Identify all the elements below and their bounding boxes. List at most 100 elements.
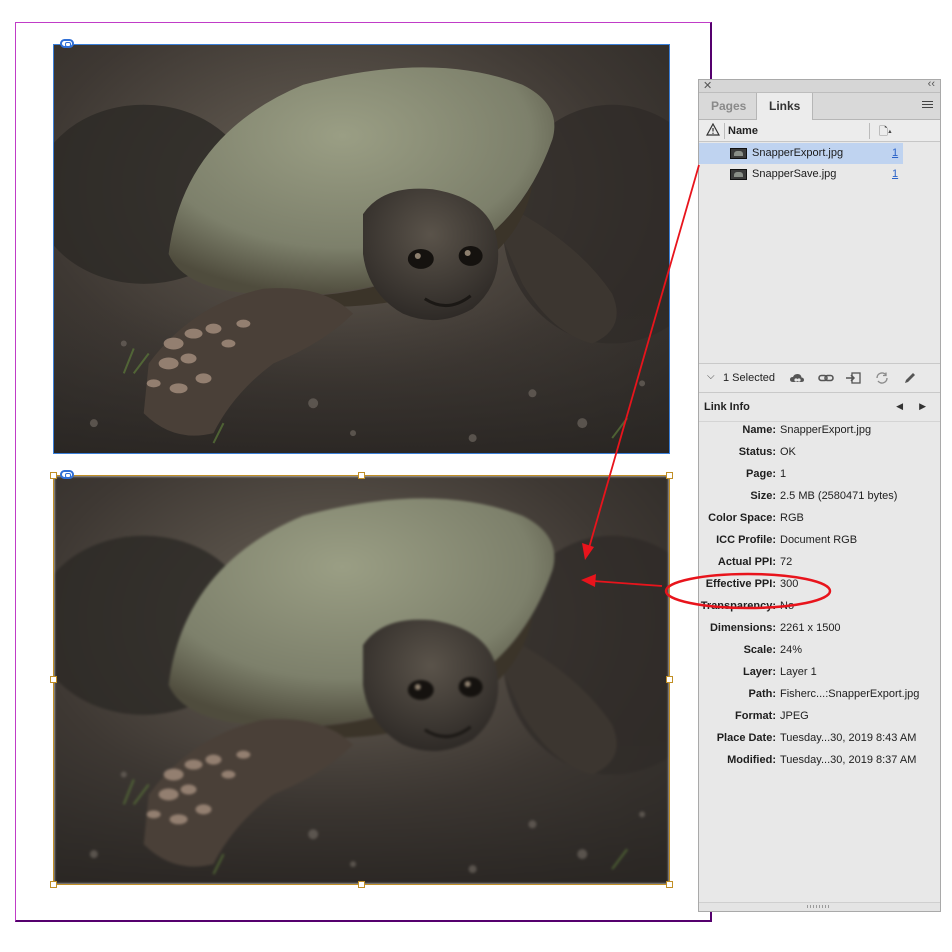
info-row-dimensions: Dimensions: 2261 x 1500: [699, 620, 940, 642]
link-page-number[interactable]: 1: [892, 168, 898, 180]
info-row-modified: Modified: Tuesday...30, 2019 8:37 AM: [699, 752, 940, 774]
info-value: Tuesday...30, 2019 8:37 AM: [780, 754, 917, 766]
info-value: 2261 x 1500: [780, 622, 841, 634]
info-label: Transparency:: [700, 600, 776, 612]
link-page-number[interactable]: 1: [892, 147, 898, 159]
relink-icon[interactable]: [818, 371, 834, 385]
collapse-panel-icon[interactable]: ‹‹: [928, 78, 935, 90]
name-column-header[interactable]: Name: [728, 125, 758, 137]
info-row-scale: Scale: 24%: [699, 642, 940, 664]
edit-original-icon[interactable]: [902, 371, 918, 385]
info-row-size: Size: 2.5 MB (2580471 bytes): [699, 488, 940, 510]
update-link-icon[interactable]: [874, 371, 890, 385]
info-row-icc-profile: ICC Profile: Document RGB: [699, 532, 940, 554]
info-label: Actual PPI:: [717, 556, 776, 568]
link-row-snapper-save[interactable]: SnapperSave.jpg 1: [699, 164, 940, 185]
column-divider: [724, 123, 725, 139]
info-row-effective-ppi: Effective PPI: 300: [699, 576, 940, 598]
close-icon[interactable]: ✕: [703, 79, 712, 92]
info-label: Page:: [746, 468, 776, 480]
previous-link-icon[interactable]: ◀: [896, 401, 903, 412]
info-row-actual-ppi: Actual PPI: 72: [699, 554, 940, 576]
warning-icon[interactable]: [706, 123, 720, 136]
link-icon: [60, 470, 74, 479]
info-value: Layer 1: [780, 666, 817, 678]
next-link-icon[interactable]: ▶: [919, 401, 926, 412]
info-label: Place Date:: [716, 732, 776, 744]
info-label: Layer:: [742, 666, 776, 678]
selection-toolbar: ⌵ 1 Selected: [699, 363, 940, 393]
info-label: Dimensions:: [709, 622, 776, 634]
tab-pages[interactable]: Pages: [699, 93, 758, 120]
info-label: Effective PPI:: [705, 578, 776, 590]
image-frame-snapper-export[interactable]: [53, 475, 670, 885]
info-row-layer: Layer: Layer 1: [699, 664, 940, 686]
info-label: Path:: [748, 688, 777, 700]
info-value: No: [780, 600, 795, 612]
info-value: RGB: [780, 512, 804, 524]
info-row-transparency: Transparency: No: [699, 598, 940, 620]
panel-tabs: Pages Links: [699, 93, 940, 121]
info-value: 24%: [780, 644, 803, 656]
panel-resize-bar[interactable]: [699, 902, 940, 911]
resize-grip-icon[interactable]: [807, 905, 829, 908]
image-thumbnail: [730, 148, 747, 159]
chevron-down-icon[interactable]: ⌵: [707, 371, 715, 382]
info-value: 72: [780, 556, 793, 568]
resize-handle-bottom[interactable]: [358, 881, 365, 888]
link-name: SnapperSave.jpg: [752, 168, 837, 180]
resize-handle-top[interactable]: [358, 472, 365, 479]
info-value: 1: [780, 468, 787, 480]
info-row-name: Name: SnapperExport.jpg: [699, 422, 940, 444]
info-label: Color Space:: [708, 512, 776, 524]
link-row-snapper-export[interactable]: SnapperExport.jpg 1: [699, 143, 903, 164]
info-label: Modified:: [727, 754, 776, 766]
info-row-format: Format: JPEG: [699, 708, 940, 730]
image-frame-snapper-save[interactable]: [53, 44, 670, 454]
info-value: Tuesday...30, 2019 8:43 AM: [780, 732, 917, 744]
info-value: Document RGB: [780, 534, 858, 546]
links-column-header: Name 🗋▴: [699, 120, 940, 142]
info-label: ICC Profile:: [716, 534, 776, 546]
column-divider: [869, 123, 870, 139]
link-info-list: Name: SnapperExport.jpg Status: OK Page: 1 …: [699, 422, 940, 774]
info-value: OK: [780, 446, 796, 458]
info-value: 2.5 MB (2580471 bytes): [780, 490, 898, 502]
image-thumbnail: [730, 169, 747, 180]
link-info-title: Link Info: [704, 401, 750, 413]
info-row-path: Path: Fisherc...:SnapperExport.jpg: [699, 686, 940, 708]
resize-handle-top-right[interactable]: [666, 472, 673, 479]
info-value: SnapperExport.jpg: [780, 424, 872, 436]
links-panel: ✕ ‹‹ Pages Links Name 🗋▴ SnapperExport.j…: [698, 78, 941, 912]
turtle-photo: [54, 476, 669, 884]
resize-handle-top-left[interactable]: [50, 472, 57, 479]
links-list: SnapperExport.jpg 1 SnapperSave.jpg 1: [699, 142, 940, 363]
resize-handle-right[interactable]: [666, 676, 673, 683]
selection-count: 1 Selected: [723, 372, 775, 384]
panel-title-bar: ✕ ‹‹: [699, 78, 940, 93]
info-label: Size:: [750, 490, 776, 502]
panel-menu-icon[interactable]: [922, 101, 933, 110]
info-value: Fisherc...:SnapperExport.jpg: [780, 688, 920, 700]
page-column-sort-icon[interactable]: 🗋▴: [879, 123, 892, 142]
resize-handle-left[interactable]: [50, 676, 57, 683]
resize-handle-bottom-right[interactable]: [666, 881, 673, 888]
link-name: SnapperExport.jpg: [752, 147, 844, 159]
info-row-page: Page: 1: [699, 466, 940, 488]
link-icon: [60, 39, 74, 48]
info-label: Format:: [735, 710, 776, 722]
link-info-header: Link Info ◀ ▶: [699, 393, 940, 422]
info-row-color-space: Color Space: RGB: [699, 510, 940, 532]
info-label: Name:: [742, 424, 776, 436]
info-row-status: Status: OK: [699, 444, 940, 466]
info-label: Status:: [738, 446, 776, 458]
goto-link-icon[interactable]: [845, 371, 861, 385]
resize-handle-bottom-left[interactable]: [50, 881, 57, 888]
info-value: 300: [780, 578, 799, 590]
turtle-photo: [54, 45, 669, 453]
info-row-place-date: Place Date: Tuesday...30, 2019 8:43 AM: [699, 730, 940, 752]
creative-cloud-icon[interactable]: [789, 371, 805, 385]
tab-links[interactable]: Links: [756, 93, 814, 121]
info-label: Scale:: [743, 644, 776, 656]
info-value: JPEG: [780, 710, 809, 722]
